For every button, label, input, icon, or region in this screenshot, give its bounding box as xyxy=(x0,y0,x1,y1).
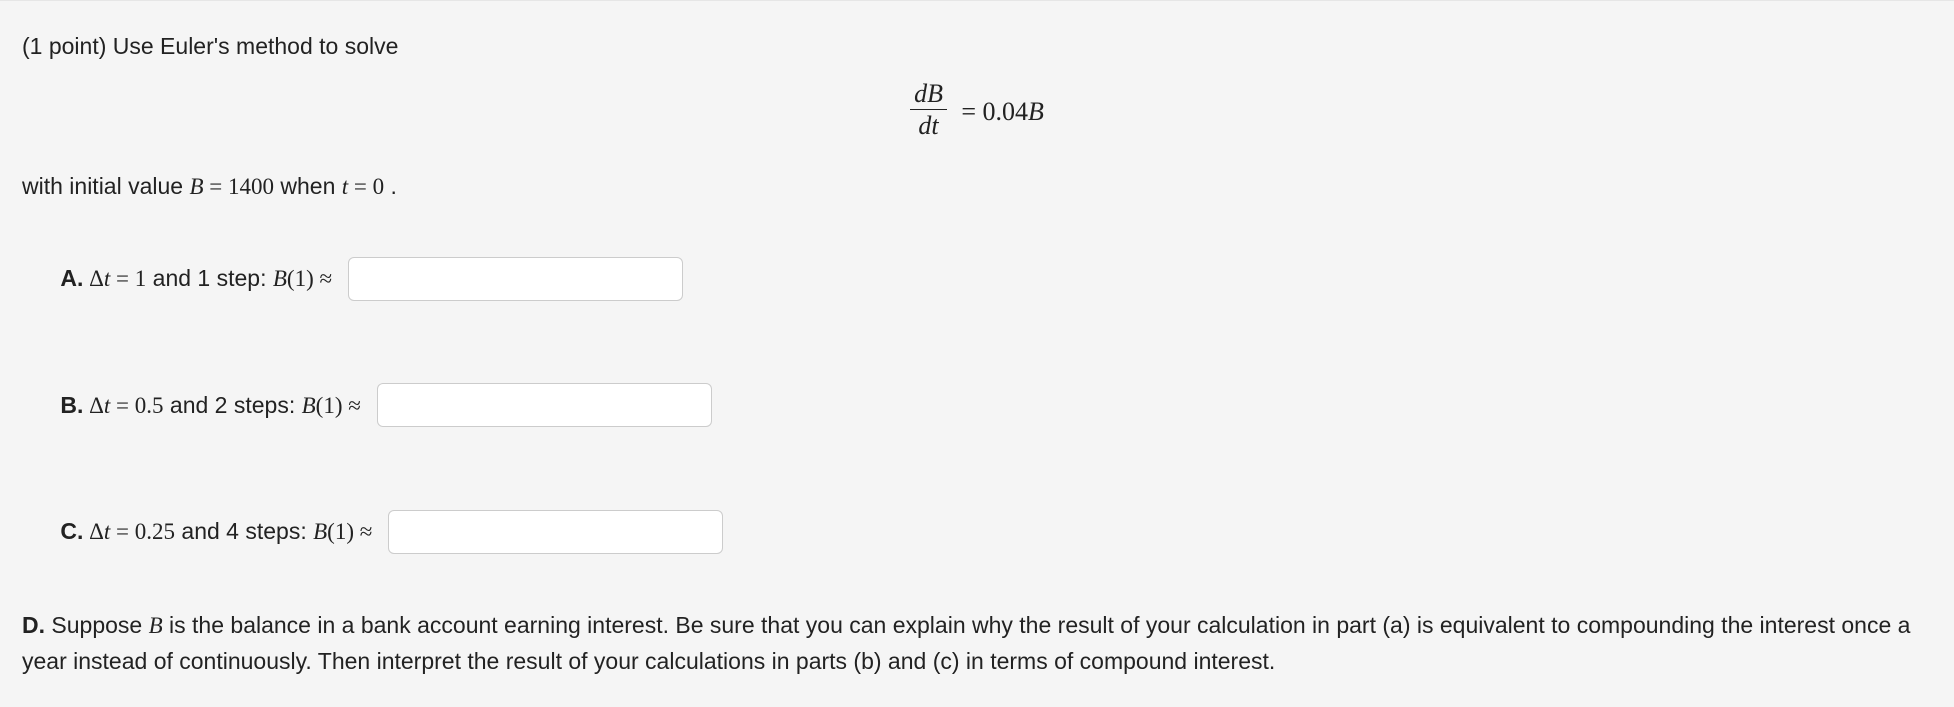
part-B-delta: Δ xyxy=(83,393,104,418)
initial-Bval: 1400 xyxy=(228,174,274,199)
part-C-popen: ( xyxy=(327,519,335,544)
fraction-denominator: dt xyxy=(910,110,947,139)
initial-pre: with initial value xyxy=(22,173,189,199)
initial-B: B xyxy=(189,174,203,199)
part-C-letter: C. xyxy=(60,518,83,544)
part-A-dtval: 1 xyxy=(135,266,147,291)
part-C-approx: ≈ xyxy=(354,519,378,544)
fraction-numerator: dB xyxy=(910,80,947,110)
part-B-B: B xyxy=(302,393,316,418)
part-A-B: B xyxy=(273,266,287,291)
part-C-dtval: 0.25 xyxy=(135,519,175,544)
part-C-eq: = xyxy=(110,519,134,544)
part-B-label: B. Δt = 0.5 and 2 steps: B(1) ≈ xyxy=(22,353,367,458)
problem-intro: (1 point) Use Euler's method to solve xyxy=(22,29,1932,64)
part-B: B. Δt = 0.5 and 2 steps: B(1) ≈ xyxy=(22,353,1932,458)
part-A-input[interactable] xyxy=(348,257,683,301)
part-B-dtval: 0.5 xyxy=(135,393,164,418)
den-t: t xyxy=(931,111,938,140)
intro-text: Use Euler's method to solve xyxy=(113,33,399,59)
part-D-B: B xyxy=(149,613,163,638)
part-A-pclose: ) xyxy=(306,266,314,291)
points-label: (1 point) xyxy=(22,33,113,59)
part-A-arg: 1 xyxy=(295,266,307,291)
part-A-letter: A. xyxy=(60,265,83,291)
part-C-arg: 1 xyxy=(335,519,347,544)
num-d: d xyxy=(914,79,927,108)
part-B-pclose: ) xyxy=(335,393,343,418)
part-D-letter: D. xyxy=(22,612,45,638)
part-D: D. Suppose B is the balance in a bank ac… xyxy=(22,608,1932,679)
rhs-var: B xyxy=(1028,97,1044,126)
part-C-pclose: ) xyxy=(346,519,354,544)
equals-sign: = xyxy=(961,97,982,126)
problem-container: (1 point) Use Euler's method to solve dB… xyxy=(0,0,1954,707)
part-C-input[interactable] xyxy=(388,510,723,554)
part-A-label: A. Δt = 1 and 1 step: B(1) ≈ xyxy=(22,227,338,332)
fraction-dB-dt: dB dt xyxy=(910,80,947,140)
equation-rhs: = 0.04B xyxy=(953,92,1044,131)
part-A: A. Δt = 1 and 1 step: B(1) ≈ xyxy=(22,227,1932,332)
num-B: B xyxy=(927,79,943,108)
part-D-pre: Suppose xyxy=(45,612,149,638)
initial-mid: when xyxy=(274,173,342,199)
den-d: d xyxy=(918,111,931,140)
part-B-approx: ≈ xyxy=(343,393,367,418)
initial-tval: 0 xyxy=(373,174,385,199)
part-A-mid: and 1 step: xyxy=(146,265,273,291)
part-A-delta: Δ xyxy=(83,266,104,291)
part-C-label: C. Δt = 0.25 and 4 steps: B(1) ≈ xyxy=(22,480,378,585)
part-B-eq: = xyxy=(110,393,134,418)
part-C-mid: and 4 steps: xyxy=(175,518,313,544)
initial-eq2: = xyxy=(348,174,372,199)
part-C-delta: Δ xyxy=(83,519,104,544)
differential-equation: dB dt = 0.04B xyxy=(22,82,1932,142)
part-B-arg: 1 xyxy=(323,393,335,418)
part-A-approx: ≈ xyxy=(314,266,338,291)
part-A-eq: = xyxy=(110,266,134,291)
initial-post: . xyxy=(384,173,397,199)
part-B-letter: B. xyxy=(60,392,83,418)
part-B-input[interactable] xyxy=(377,383,712,427)
initial-eq: = xyxy=(204,174,228,199)
part-C: C. Δt = 0.25 and 4 steps: B(1) ≈ xyxy=(22,480,1932,585)
part-D-text: is the balance in a bank account earning… xyxy=(22,612,1910,674)
rhs-coef: 0.04 xyxy=(983,97,1029,126)
part-B-mid: and 2 steps: xyxy=(164,392,302,418)
part-A-popen: ( xyxy=(287,266,295,291)
part-C-B: B xyxy=(313,519,327,544)
initial-condition: with initial value B = 1400 when t = 0 . xyxy=(22,169,1932,205)
